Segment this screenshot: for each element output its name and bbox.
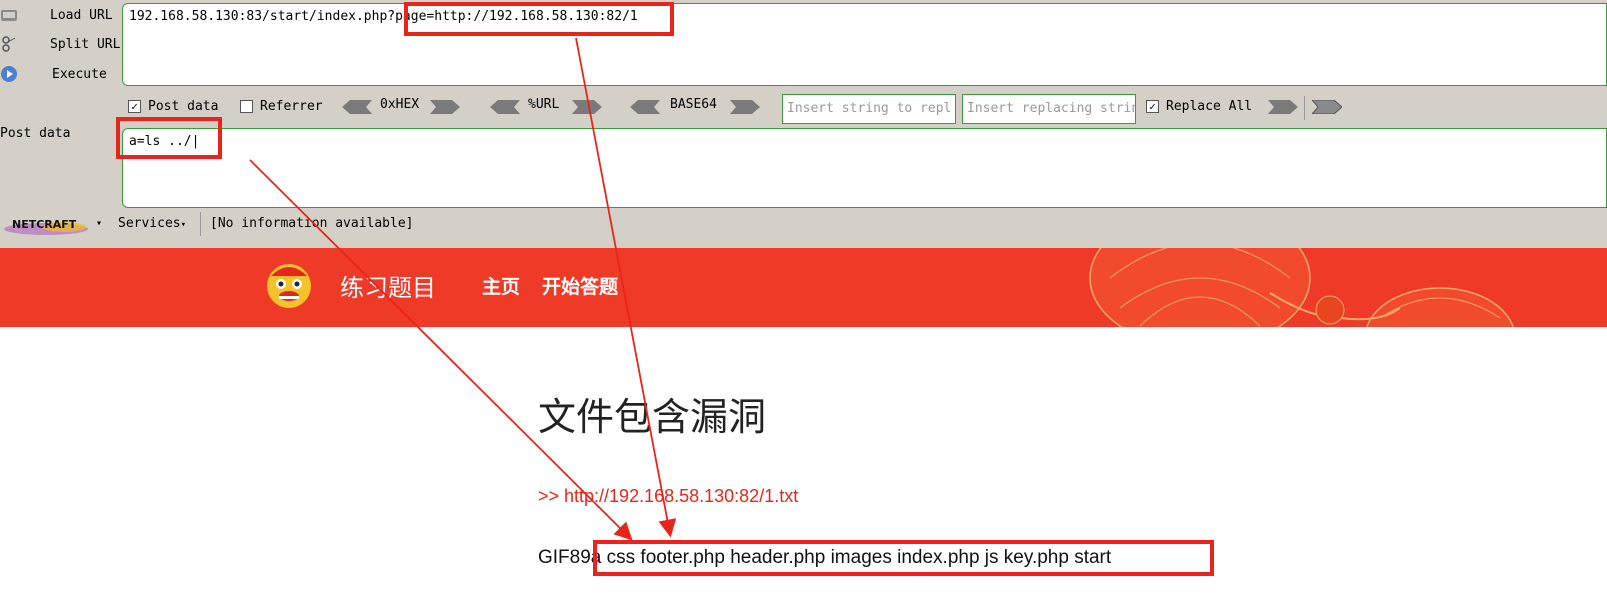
post-data-check-label: Post data — [148, 99, 219, 114]
load-url-label: Load URL — [50, 7, 113, 23]
hex-encode-arrow-icon[interactable] — [430, 100, 460, 114]
lantern-decoration — [1089, 248, 1514, 327]
nav-start-link[interactable]: 开始答题 — [542, 272, 618, 299]
netcraft-separator — [200, 212, 201, 236]
lion-logo-icon[interactable] — [263, 258, 315, 310]
split-url-label: Split URL — [50, 36, 121, 52]
annotation-box-result — [593, 540, 1214, 576]
replace-all-label: Replace All — [1166, 99, 1253, 114]
execute-button[interactable]: Execute — [0, 61, 107, 87]
hackbar-toolbar: Load URL Split URL Execute 192.168.58.13… — [0, 0, 1607, 248]
site-brand[interactable]: 练习题目 — [340, 268, 436, 303]
hex-label: 0xHEX — [380, 97, 420, 112]
include-link[interactable]: >> http://192.168.58.130:82/1.txt — [538, 486, 798, 507]
options-row: ✓ Post data Referrer 0xHEX %URL BASE64 I… — [122, 94, 1607, 124]
base64-label: BASE64 — [670, 97, 717, 112]
load-url-button[interactable]: Load URL — [0, 2, 113, 28]
post-data-label: Post data — [0, 126, 71, 141]
insert-string-input[interactable]: Insert string to repl — [782, 94, 956, 124]
url-enc-label: %URL — [528, 97, 560, 112]
base64-encode-arrow-icon[interactable] — [730, 100, 760, 114]
base64-decode-arrow-icon[interactable] — [630, 100, 660, 114]
split-url-button[interactable]: Split URL — [0, 31, 120, 57]
netcraft-dropdown-icon[interactable]: ▾ — [96, 218, 102, 229]
url-decode-arrow-icon[interactable] — [490, 100, 520, 114]
netcraft-info: [No information available] — [210, 216, 414, 231]
referrer-check-label: Referrer — [260, 99, 323, 114]
replace-left-arrow-icon[interactable] — [1268, 100, 1298, 114]
load-url-icon — [1, 10, 17, 21]
execute-label: Execute — [52, 66, 107, 82]
url-textarea[interactable]: 192.168.58.130:83/start/index.php?page=h… — [122, 3, 1607, 86]
url-encode-arrow-icon[interactable] — [572, 100, 602, 114]
services-label: Services — [118, 216, 181, 231]
post-data-textarea[interactable]: a=ls ../| — [122, 128, 1607, 208]
hex-decode-arrow-icon[interactable] — [342, 100, 372, 114]
site-header: 练习题目 主页 开始答题 — [0, 248, 1607, 327]
execute-icon — [1, 66, 17, 82]
services-menu[interactable]: Services▾ — [118, 216, 186, 231]
post-data-checkbox[interactable]: ✓ — [128, 100, 141, 113]
referrer-checkbox[interactable] — [240, 100, 253, 113]
netcraft-logo-text: NETCRAFT — [12, 218, 77, 231]
netcraft-logo-icon[interactable]: NETCRAFT — [4, 214, 88, 236]
replace-right-arrow-icon[interactable] — [1312, 100, 1342, 114]
replacing-string-input[interactable]: Insert replacing strin — [962, 94, 1136, 124]
replace-all-checkbox[interactable]: ✓ — [1146, 100, 1159, 113]
page-heading: 文件包含漏洞 — [538, 395, 767, 439]
netcraft-bar: NETCRAFT ▾ Services▾ [No information ava… — [0, 210, 1607, 240]
nav-home-link[interactable]: 主页 — [482, 272, 520, 299]
annotation-box-post — [116, 117, 222, 159]
annotation-box-url — [404, 2, 674, 36]
options-separator — [1304, 96, 1305, 120]
split-url-icon — [2, 36, 16, 52]
